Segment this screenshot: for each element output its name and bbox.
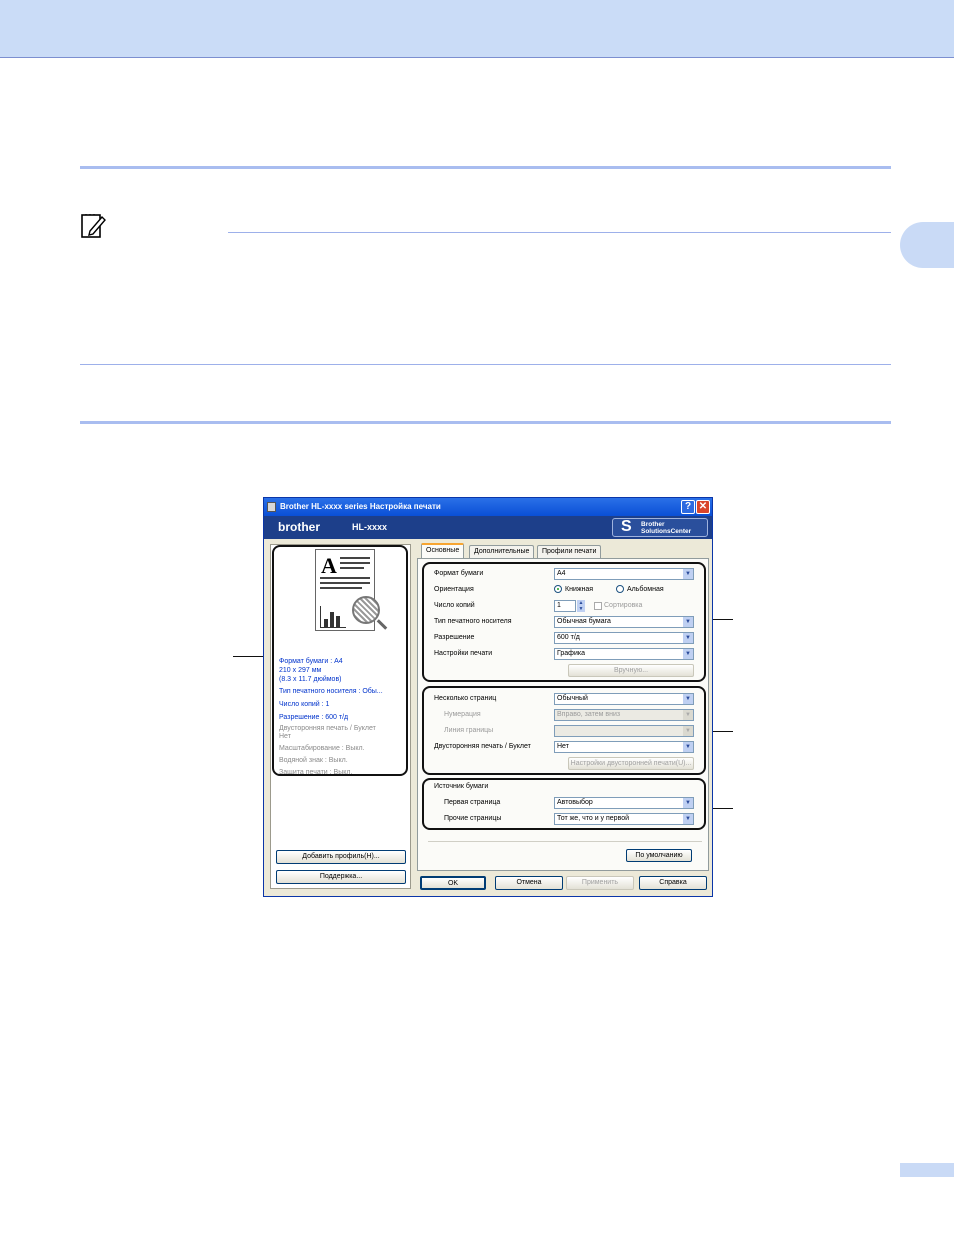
printer-icon [267,502,276,512]
print-settings-dialog: Brother HL-xxxx series Настройка печати … [263,497,713,897]
ok-button[interactable]: OK [420,876,486,890]
add-profile-button[interactable]: Добавить профиль(H)... [276,850,406,864]
dialog-titlebar[interactable]: Brother HL-xxxx series Настройка печати … [264,498,712,516]
solutions-center-icon: S [621,518,632,535]
note-end-rule [80,364,891,365]
brand-bar: brother HL-xxxx S Brother SolutionsCente… [264,516,712,539]
chapter-tab [900,222,954,268]
brother-logo: brother [278,520,320,534]
tab-print-profiles[interactable]: Профили печати [537,545,602,558]
subsection-rule [80,421,891,424]
cancel-button[interactable]: Отмена [495,876,563,890]
highlight-box-summary [272,545,408,776]
solutions-center-button[interactable]: S Brother SolutionsCenter [612,518,708,537]
close-button[interactable]: ✕ [696,500,710,514]
tab-basic[interactable]: Основные [421,543,465,558]
default-button[interactable]: По умолчанию [626,849,692,862]
apply-button[interactable]: Применить [566,876,634,890]
dialog-title: Brother HL-xxxx series Настройка печати [280,502,441,511]
support-button[interactable]: Поддержка... [276,870,406,884]
basic-tab-panel: Формат бумаги A4 ▼ Ориентация Книжная Аль… [417,558,709,871]
highlight-box-source [422,778,706,830]
page-header-band [0,0,954,58]
help-titlebar-button[interactable]: ? [681,500,695,514]
section-rule [80,166,891,169]
highlight-box-basic [422,562,706,682]
panel-separator [428,841,702,842]
solutions-center-label-2: SolutionsCenter [641,528,692,535]
help-button[interactable]: Справка [639,876,707,890]
model-name: HL-xxxx [352,522,388,532]
note-rule [228,232,891,233]
page-number-tab [900,1163,954,1177]
tab-advanced[interactable]: Дополнительные [469,545,535,558]
note-icon [81,214,106,238]
highlight-box-layout [422,686,706,775]
solutions-center-label-1: Brother [641,521,665,528]
